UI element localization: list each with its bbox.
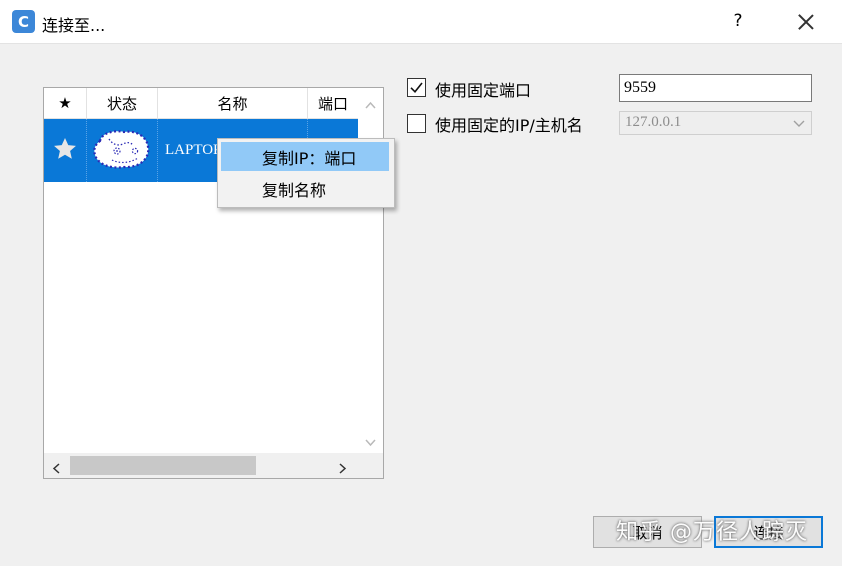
close-button[interactable] xyxy=(794,9,818,35)
scrollbar-corner xyxy=(358,453,383,478)
star-icon xyxy=(52,136,78,166)
fixed-ip-checkbox[interactable] xyxy=(407,114,426,133)
fixed-ip-value: 127.0.0.1 xyxy=(625,114,682,130)
fixed-port-input[interactable] xyxy=(619,74,812,102)
list-header: ★ 状态 名称 端口 xyxy=(44,88,358,119)
checkmark-icon xyxy=(410,82,423,93)
column-header-status[interactable]: 状态 xyxy=(87,88,158,119)
favorite-cell[interactable] xyxy=(44,119,87,182)
column-header-name[interactable]: 名称 xyxy=(158,88,308,119)
device-avatar-icon xyxy=(92,127,152,175)
horizontal-scrollbar[interactable] xyxy=(44,453,383,478)
status-cell xyxy=(87,119,158,182)
title-bar: C 连接至... ? xyxy=(0,0,842,44)
column-header-favorite[interactable]: ★ xyxy=(44,88,87,119)
chevron-down-icon[interactable] xyxy=(793,117,805,134)
menu-item-copy-name[interactable]: 复制名称 xyxy=(221,174,389,203)
cancel-button[interactable]: 取消 xyxy=(593,516,702,548)
fixed-ip-label: 使用固定的IP/主机名 xyxy=(435,116,583,135)
context-menu: 复制IP：端口 复制名称 xyxy=(217,138,395,208)
fixed-port-checkbox[interactable] xyxy=(407,78,426,97)
window-title: 连接至... xyxy=(42,16,106,35)
fixed-ip-combobox[interactable]: 127.0.0.1 xyxy=(619,111,812,135)
scroll-up-icon[interactable] xyxy=(365,97,376,109)
scroll-down-icon[interactable] xyxy=(365,434,376,447)
column-header-port[interactable]: 端口 xyxy=(308,88,358,119)
menu-item-copy-ip-port[interactable]: 复制IP：端口 xyxy=(221,142,389,171)
horizontal-scroll-thumb[interactable] xyxy=(70,456,256,475)
scroll-right-icon[interactable] xyxy=(337,460,348,474)
app-logo-icon: C xyxy=(12,10,35,33)
help-button[interactable]: ? xyxy=(728,11,748,31)
fixed-port-label: 使用固定端口 xyxy=(435,81,532,100)
connect-button[interactable]: 连接 xyxy=(714,516,823,548)
scroll-left-icon[interactable] xyxy=(51,460,62,474)
